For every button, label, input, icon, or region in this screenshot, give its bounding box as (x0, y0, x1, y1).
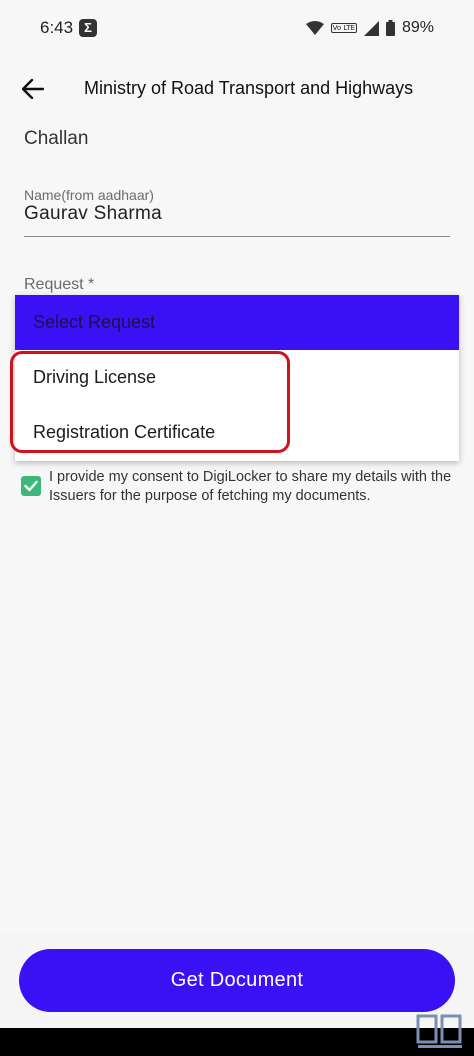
request-field-label: Request * (24, 276, 95, 293)
dropdown-option-label: Select Request (33, 312, 156, 332)
app-notification-icon: Σ (79, 19, 97, 37)
section-title: Challan (24, 128, 89, 149)
back-button[interactable] (14, 70, 52, 108)
signal-icon (363, 20, 379, 36)
status-bar: 6:43 Σ Vo LTE 89% (0, 0, 474, 58)
name-field[interactable]: Gaurav Sharma (24, 203, 162, 225)
page-title: Ministry of Road Transport and Highways (84, 78, 414, 98)
arrow-left-icon (22, 79, 44, 99)
consent-checkbox[interactable] (21, 476, 41, 496)
volte-icon: Vo LTE (330, 23, 357, 33)
battery-percentage: 89% (401, 19, 434, 36)
status-time: 6:43 (40, 18, 74, 37)
dropdown-option-select-request[interactable]: Select Request (15, 295, 459, 350)
wifi-icon (305, 21, 324, 35)
system-navigation-bar (0, 1028, 474, 1056)
get-document-button[interactable]: Get Document (19, 949, 455, 1012)
watermark-logo (416, 1014, 462, 1048)
checkmark-icon (24, 480, 38, 492)
name-field-label: Name(from aadhaar) (24, 187, 154, 203)
app-header: Ministry of Road Transport and Highways (0, 58, 474, 120)
highlight-annotation (10, 351, 290, 453)
battery-icon (385, 20, 395, 36)
get-document-button-label: Get Document (170, 969, 304, 991)
consent-text: I provide my consent to DigiLocker to sh… (49, 469, 452, 504)
status-indicators: Vo LTE 89% (305, 16, 434, 40)
name-field-underline (24, 236, 450, 237)
